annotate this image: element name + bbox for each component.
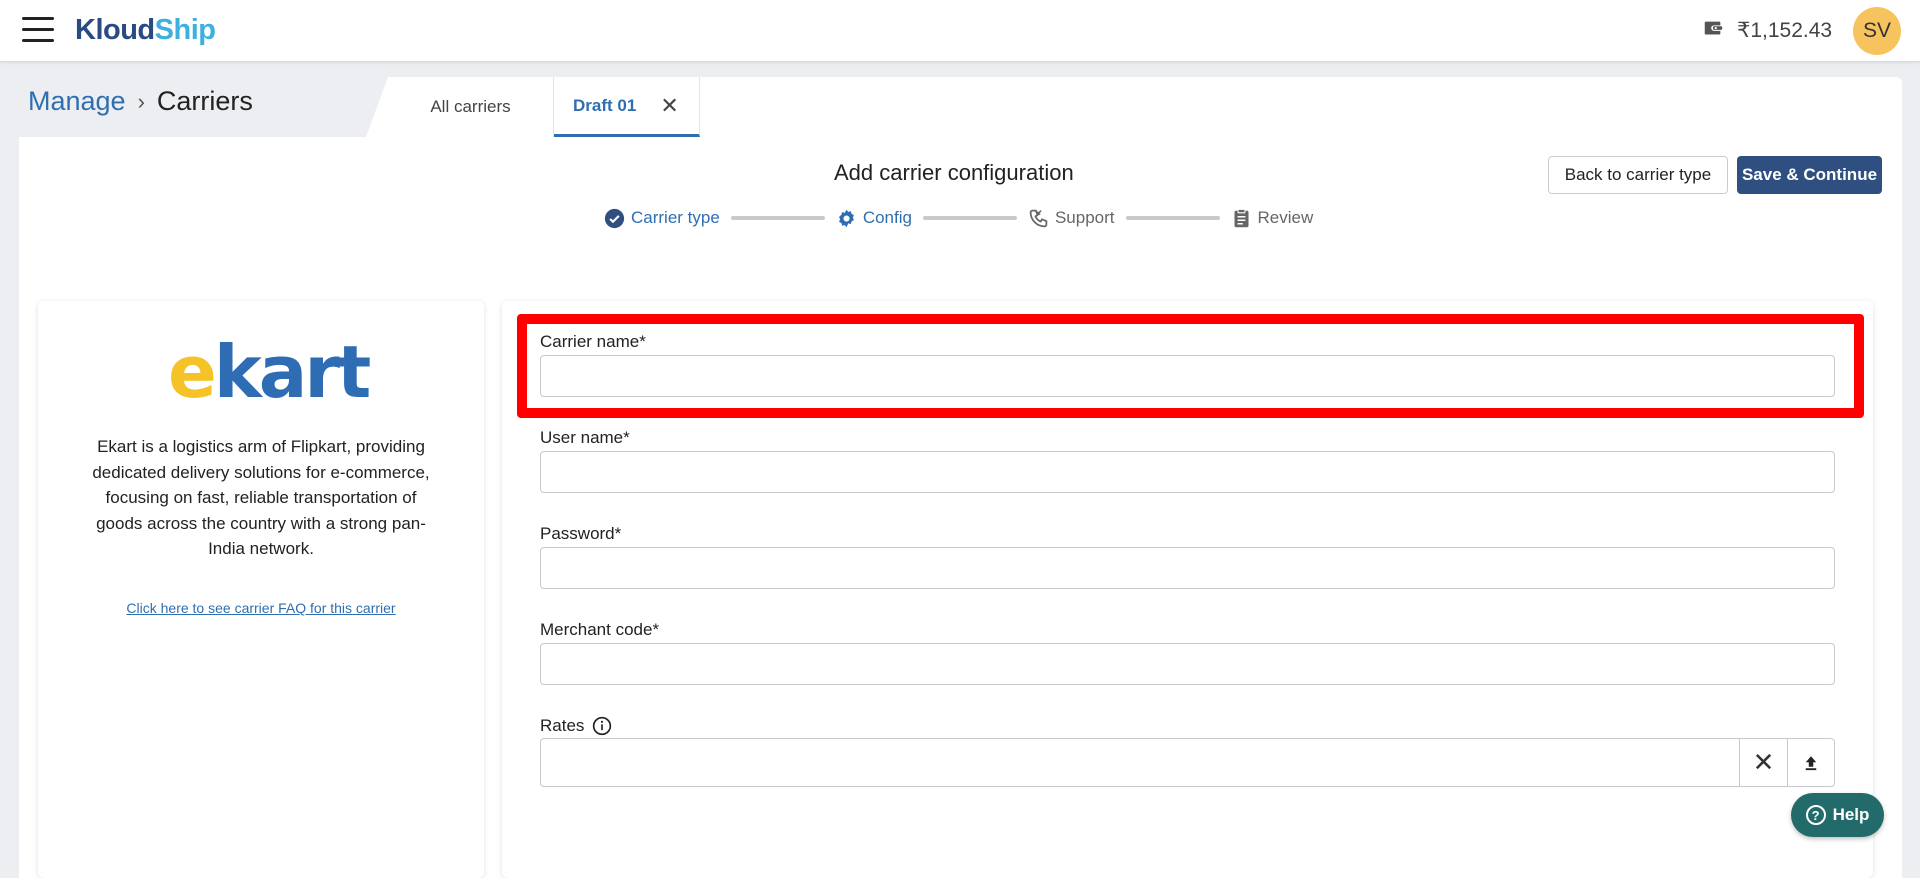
rates-label: Rates [540,716,585,735]
clear-icon[interactable]: ✕ [1739,739,1787,786]
step-support[interactable]: Support [1028,208,1115,229]
step-review[interactable]: Review [1231,208,1314,229]
help-label: Help [1832,805,1870,824]
logo-text-kart: kart [213,330,371,414]
clipboard-icon [1231,208,1252,229]
step-connector [1125,216,1220,220]
breadcrumb-separator: › [137,88,145,114]
merchant-code-label: Merchant code* [540,620,660,639]
tab-label: Draft 01 [573,95,637,115]
wallet-icon[interactable] [1702,18,1724,40]
menu-icon[interactable] [22,17,56,45]
gear-icon [836,208,857,229]
step-connector [730,216,825,220]
carrier-faq-link[interactable]: Click here to see carrier FAQ for this c… [38,600,484,616]
app-logo[interactable]: KloudShip [75,14,216,47]
step-config[interactable]: Config [836,208,912,229]
step-label: Support [1054,208,1115,227]
phone-icon [1028,208,1049,229]
breadcrumb-manage[interactable]: Manage [28,86,126,117]
logo-text-kloud: Kloud [75,14,155,46]
info-icon[interactable] [592,716,612,736]
step-connector [922,216,1017,220]
rates-file-input[interactable] [540,738,1835,787]
page-title: Add carrier configuration [834,160,1074,185]
stepper: Carrier type Config Support Review [604,205,1313,231]
wallet-balance[interactable]: ₹1,152.43 [1737,18,1832,43]
carrier-description: Ekart is a logistics arm of Flipkart, pr… [92,437,430,558]
save-continue-button[interactable]: Save & Continue [1737,156,1882,194]
password-label: Password* [540,524,622,543]
step-label: Review [1257,208,1314,227]
tab-label: All carriers [430,97,511,116]
help-button[interactable]: ? Help [1791,793,1884,837]
tab-all-carriers[interactable]: All carriers [388,77,554,137]
merchant-code-input[interactable] [540,643,1835,685]
back-to-carrier-type-button[interactable]: Back to carrier type [1548,156,1728,194]
user-name-input[interactable] [540,451,1835,493]
check-circle-icon [604,208,625,229]
help-icon: ? [1805,805,1826,825]
rates-label-row: Rates [540,716,612,736]
breadcrumb: Manage › Carriers [28,86,253,117]
top-bar: KloudShip ₹1,152.43 SV [0,0,1920,62]
step-carrier-type[interactable]: Carrier type [604,208,720,229]
breadcrumb-current: Carriers [156,86,253,116]
tab-bar-corner [366,77,388,137]
avatar[interactable]: SV [1853,7,1901,55]
user-name-label: User name* [540,428,630,447]
logo-text-ship: Ship [154,14,216,46]
step-label: Config [862,208,912,227]
carrier-name-label: Carrier name* [540,332,646,351]
step-label: Carrier type [631,208,720,227]
close-icon[interactable]: ✕ [660,94,678,117]
tab-draft-01[interactable]: Draft 01 ✕ [554,77,700,137]
ekart-logo: ekart [168,336,371,408]
upload-icon[interactable] [1787,739,1834,786]
password-input[interactable] [540,547,1835,589]
carrier-name-input[interactable] [540,355,1835,397]
logo-letter-e: e [168,330,217,414]
